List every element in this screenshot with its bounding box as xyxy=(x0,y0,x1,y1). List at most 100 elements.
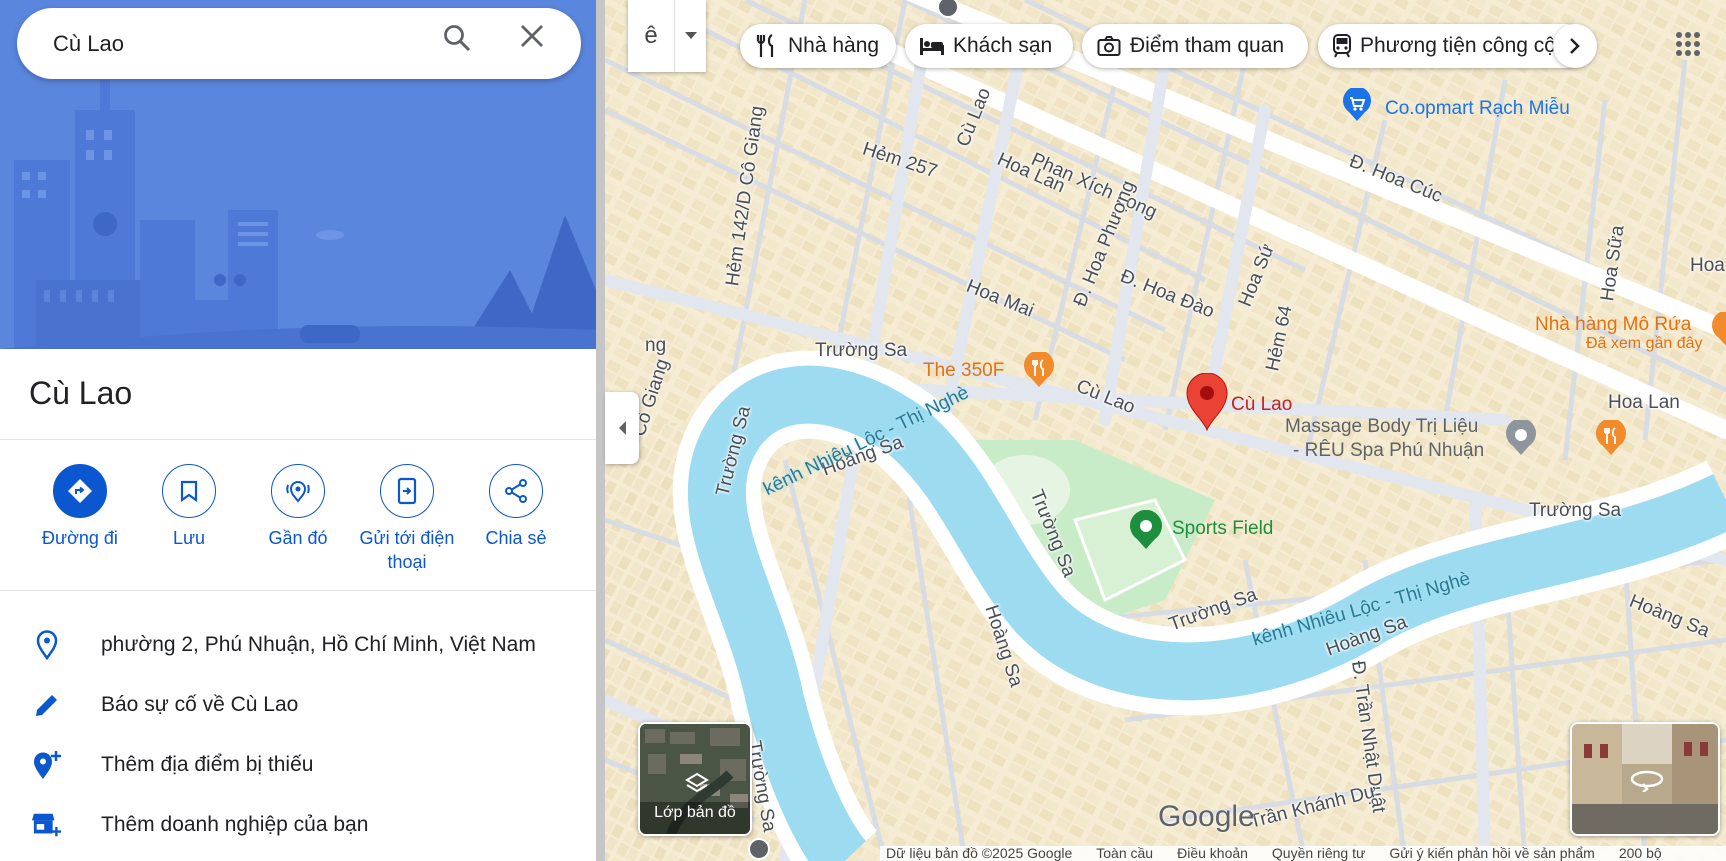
footer-scale[interactable]: 200 bộ xyxy=(1619,846,1662,861)
google-apps-button[interactable] xyxy=(1664,20,1712,68)
add-location-icon xyxy=(32,750,62,780)
road-label: ng xyxy=(645,335,667,356)
layers-icon xyxy=(685,772,709,793)
chip-hotels[interactable]: Khách sạn xyxy=(905,24,1073,68)
chevron-left-icon xyxy=(619,421,626,435)
road-label: Hoa xyxy=(1690,255,1725,276)
camera-icon xyxy=(1096,33,1122,59)
restaurant-350f-label[interactable]: The 350F xyxy=(923,360,1004,382)
place-hero-image xyxy=(0,0,596,349)
chip-label: Nhà hàng xyxy=(788,34,880,57)
restaurant-icon xyxy=(1712,312,1726,346)
restaurant-icon xyxy=(1596,418,1626,455)
divider xyxy=(0,590,596,591)
map-footer: Dữ liệu bản đồ ©2025 Google Toàn cầu Điề… xyxy=(880,846,1726,861)
directions-icon xyxy=(53,464,107,518)
divider xyxy=(0,439,596,440)
chip-label: Phương tiện công cộng xyxy=(1360,34,1580,57)
chip-label: Khách sạn xyxy=(953,34,1053,57)
send-to-phone-icon xyxy=(380,464,434,518)
massage-label-line2[interactable]: - RÊU Spa Phú Nhuận xyxy=(1293,440,1484,462)
close-icon xyxy=(521,25,543,47)
search-icon xyxy=(444,25,471,52)
selected-place-label[interactable]: Cù Lao xyxy=(1231,394,1292,416)
sports-field-marker[interactable] xyxy=(1129,509,1163,550)
mo-rua-label[interactable]: Nhà hàng Mô Rứa xyxy=(1535,314,1691,336)
share-icon xyxy=(489,464,543,518)
restaurant-icon xyxy=(1024,350,1054,387)
shopping-cart-icon xyxy=(1343,86,1371,121)
selected-place-pin[interactable] xyxy=(1185,372,1229,432)
nearby-icon xyxy=(271,464,325,518)
footer-terms[interactable]: Điều khoản xyxy=(1177,846,1248,861)
mo-rua-marker[interactable] xyxy=(1711,312,1726,348)
panel-scrollbar[interactable] xyxy=(596,0,605,861)
coopmart-label[interactable]: Co.opmart Rạch Miễu xyxy=(1385,98,1570,120)
save-button[interactable]: Lưu xyxy=(134,464,244,550)
restaurant-icon xyxy=(754,33,780,59)
bookmark-icon xyxy=(162,464,216,518)
chip-label: Điểm tham quan xyxy=(1130,34,1285,57)
input-method-label: ê xyxy=(644,22,658,49)
add-business-icon xyxy=(32,810,62,840)
bus-stop-marker[interactable] xyxy=(748,838,770,860)
send-to-phone-button[interactable]: Gửi tới điện thoại xyxy=(352,464,462,574)
map-base-graphics xyxy=(605,0,1726,861)
transit-icon xyxy=(1332,33,1352,59)
road-label: Trường Sa xyxy=(1529,500,1622,521)
maps-app: Phan Xích Long Hoa Lan Hẻm 257 Cù Lao Cù… xyxy=(0,0,1726,861)
footer-global[interactable]: Toàn cầu xyxy=(1096,846,1153,861)
restaurant-marker[interactable] xyxy=(1595,418,1627,456)
action-label: Đường đi xyxy=(42,528,118,548)
add-business-text: Thêm doanh nghiệp của bạn xyxy=(101,813,369,836)
map-canvas[interactable]: Phan Xích Long Hoa Lan Hẻm 257 Cù Lao Cù… xyxy=(605,0,1726,861)
street-view-button[interactable] xyxy=(1570,722,1720,836)
spa-icon xyxy=(1506,418,1536,455)
action-label: Lưu xyxy=(172,528,206,548)
chip-attractions[interactable]: Điểm tham quan xyxy=(1082,24,1308,68)
chips-next-button[interactable] xyxy=(1553,24,1597,68)
google-logo: Google xyxy=(1158,800,1255,834)
action-label: Gửi tới điện thoại xyxy=(359,528,455,572)
input-method-control: ê xyxy=(628,0,706,72)
input-method-dropdown[interactable] xyxy=(674,0,706,72)
input-method-button[interactable]: ê xyxy=(628,0,674,72)
search-box xyxy=(17,8,581,79)
chip-restaurants[interactable]: Nhà hàng xyxy=(740,24,896,68)
road-label: Hoa Lan xyxy=(1608,392,1680,413)
footer-privacy[interactable]: Quyền riêng tư xyxy=(1272,846,1365,861)
share-button[interactable]: Chia sẻ xyxy=(461,464,571,550)
layers-label: Lớp bản đồ xyxy=(654,804,736,821)
restaurant-350f-marker[interactable] xyxy=(1023,350,1055,388)
chip-transit[interactable]: Phương tiện công cộng xyxy=(1318,24,1588,68)
add-missing-place-row[interactable]: Thêm địa điểm bị thiếu xyxy=(0,738,596,792)
footer-feedback[interactable]: Gửi ý kiến phản hồi về sản phẩm xyxy=(1389,846,1595,861)
massage-label-line1[interactable]: Massage Body Trị Liệu xyxy=(1285,416,1478,438)
report-issue-text: Báo sự cố về Cù Lao xyxy=(101,693,299,716)
rotate-360-icon xyxy=(1630,770,1664,792)
place-panel: Cù Lao Đường đi Lưu Gần đó Gửi tới điện … xyxy=(0,0,596,861)
address-text: phường 2, Phú Nhuận, Hồ Chí Minh, Việt N… xyxy=(101,633,536,656)
road-label: Trường Sa xyxy=(815,340,908,361)
massage-marker[interactable] xyxy=(1505,418,1537,456)
footer-map-data[interactable]: Dữ liệu bản đồ ©2025 Google xyxy=(886,846,1072,861)
sports-field-label[interactable]: Sports Field xyxy=(1172,518,1273,540)
address-row[interactable]: phường 2, Phú Nhuận, Hồ Chí Minh, Việt N… xyxy=(0,618,596,672)
clear-search-button[interactable] xyxy=(520,24,560,64)
nearby-button[interactable]: Gần đó xyxy=(243,464,353,550)
red-pin-icon xyxy=(1186,372,1228,432)
directions-button[interactable]: Đường đi xyxy=(25,464,135,550)
add-business-row[interactable]: Thêm doanh nghiệp của bạn xyxy=(0,798,596,852)
action-label: Chia sẻ xyxy=(485,528,547,548)
search-input[interactable] xyxy=(53,28,413,60)
collapse-panel-button[interactable] xyxy=(605,392,639,464)
coopmart-marker[interactable] xyxy=(1342,86,1372,122)
apps-grid-icon xyxy=(1676,32,1700,56)
dropdown-arrow-icon xyxy=(684,32,697,39)
search-button[interactable] xyxy=(443,24,483,64)
report-issue-row[interactable]: Báo sự cố về Cù Lao xyxy=(0,678,596,732)
park-icon xyxy=(1130,509,1162,549)
add-missing-place-text: Thêm địa điểm bị thiếu xyxy=(101,753,314,776)
map-layers-button[interactable]: Lớp bản đồ xyxy=(638,722,752,836)
hotel-icon xyxy=(919,33,945,59)
